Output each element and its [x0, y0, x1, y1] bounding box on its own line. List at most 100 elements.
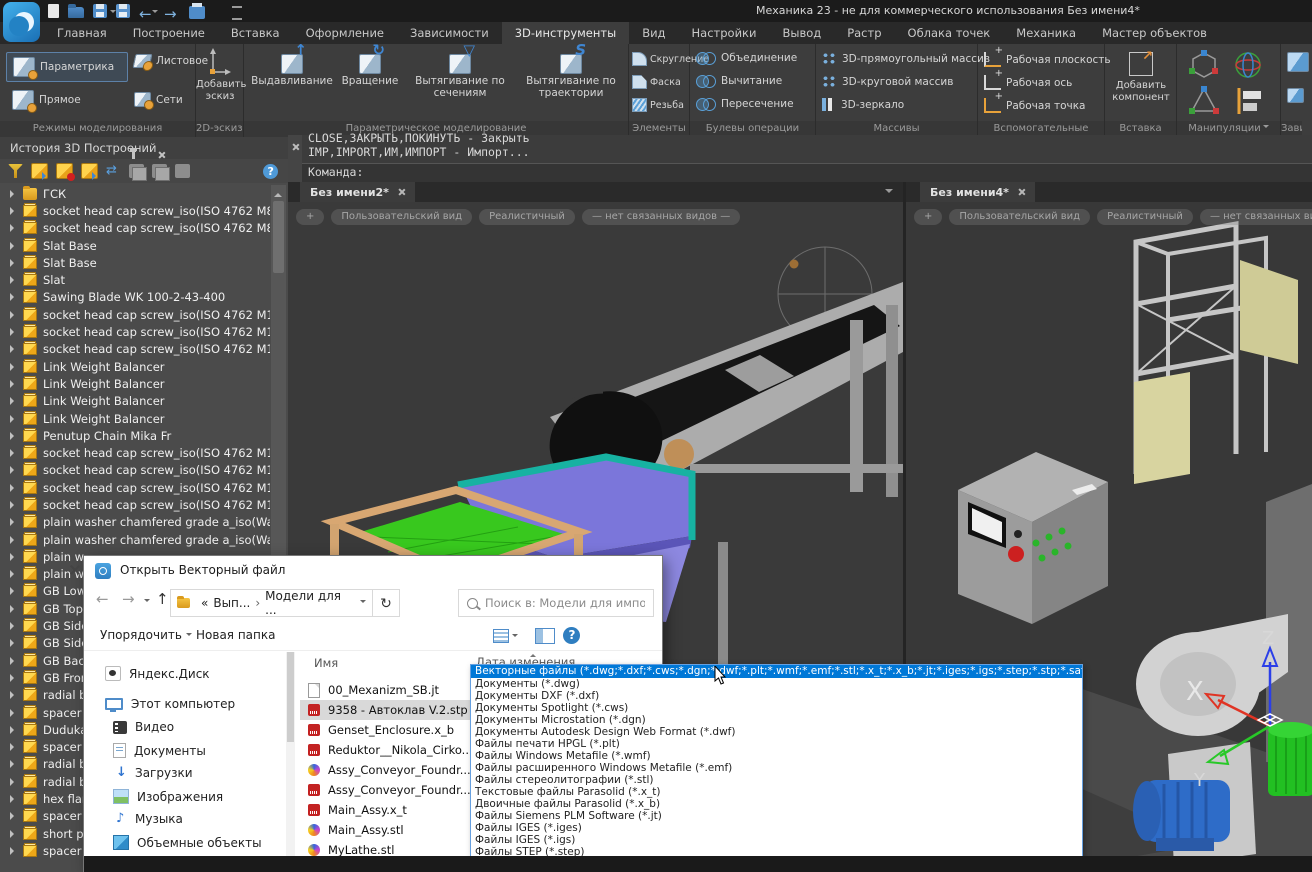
tree-item[interactable]: socket head cap screw_iso(ISO 4762 M10 x — [2, 496, 270, 513]
error-icon[interactable] — [56, 163, 73, 179]
expander-icon[interactable] — [10, 622, 18, 630]
breadcrumb-current[interactable]: Модели для ... — [265, 589, 355, 617]
expander-icon[interactable] — [10, 709, 18, 717]
expander-icon[interactable] — [10, 259, 18, 267]
ribbon-tab[interactable]: Облака точек — [895, 22, 1004, 44]
file-type-option[interactable]: Документы Microstation (*.dgn) — [471, 714, 1082, 726]
doc-tab-right[interactable]: Без имени4* — [920, 182, 1035, 202]
tree-item[interactable]: socket head cap screw_iso(ISO 4762 M10 x — [2, 462, 270, 479]
sweep-button[interactable]: S Вытягивание по траектории — [516, 48, 626, 99]
expander-icon[interactable] — [10, 553, 18, 561]
revolve-button[interactable]: ↻ Вращение — [338, 48, 402, 87]
tree-item[interactable]: Link Weight Balancer — [2, 393, 270, 410]
viewport-pill[interactable]: + — [914, 209, 942, 225]
chevron-down-icon[interactable] — [1263, 125, 1269, 131]
expander-icon[interactable] — [10, 501, 18, 509]
add-component-button[interactable]: Добавить компонент — [1105, 52, 1177, 104]
tab-list-caret-icon[interactable] — [885, 189, 893, 197]
scroll-up-icon[interactable] — [274, 189, 282, 197]
ribbon-tab[interactable]: Мастер объектов — [1089, 22, 1220, 44]
expander-icon[interactable] — [10, 484, 18, 492]
expander-icon[interactable] — [10, 812, 18, 820]
extrude-button[interactable]: ↑ Выдавливание — [248, 48, 336, 87]
ribbon-tab[interactable]: Зависимости — [397, 22, 502, 44]
ribbon-tab[interactable]: Настройки — [679, 22, 770, 44]
file-type-option[interactable]: Файлы Siemens PLM Software (*.jt) — [471, 810, 1082, 822]
expander-icon[interactable] — [10, 207, 18, 215]
expander-icon[interactable] — [10, 190, 18, 198]
sidebar-item[interactable]: Документы — [113, 743, 206, 758]
loft-button[interactable]: ▽ Вытягивание по сечениям — [406, 48, 514, 99]
nav-history-caret-icon[interactable] — [144, 599, 150, 605]
expander-icon[interactable] — [10, 657, 18, 665]
expander-icon[interactable] — [10, 276, 18, 284]
parametric-mode-button[interactable]: Параметрика — [6, 52, 128, 82]
app-logo-icon[interactable] — [3, 2, 40, 42]
help-icon[interactable] — [263, 164, 278, 179]
expander-icon[interactable] — [10, 570, 18, 578]
dialog-close-icon[interactable] — [70, 564, 82, 576]
tree-item[interactable]: socket head cap screw_iso(ISO 4762 M8 x … — [2, 220, 270, 237]
expander-icon[interactable] — [10, 466, 18, 474]
organize-button[interactable]: Упорядочить — [100, 628, 192, 642]
dialog-help-icon[interactable] — [563, 627, 580, 644]
column-header-name[interactable]: Имя — [314, 656, 338, 670]
viewport-pill[interactable]: + — [296, 209, 324, 225]
open-icon[interactable] — [68, 7, 84, 18]
tree-item[interactable]: socket head cap screw_iso(ISO 4762 M12 x — [2, 306, 270, 323]
nav-forward-icon[interactable] — [122, 590, 135, 608]
tree-item[interactable]: socket head cap screw_iso(ISO 4762 M8 x … — [2, 202, 270, 219]
direct-mode-button[interactable]: Прямое — [12, 90, 81, 110]
chamfer-button[interactable]: Фаска — [632, 75, 681, 89]
expander-icon[interactable] — [10, 726, 18, 734]
expander-icon[interactable] — [10, 778, 18, 786]
tree-item[interactable]: Sawing Blade WK 100-2-43-400 — [2, 289, 270, 306]
add-sketch-button[interactable]: Добавить эскиз — [196, 48, 244, 103]
new-file-icon[interactable] — [48, 4, 59, 18]
viewport-pill[interactable]: Реалистичный — [479, 209, 575, 225]
mesh-mode-button[interactable]: Сети — [134, 92, 183, 107]
search-input[interactable]: Поиск в: Модели для импо... — [458, 589, 654, 617]
thread-button[interactable]: Резьба — [632, 98, 684, 112]
expander-icon[interactable] — [10, 224, 18, 232]
expander-icon[interactable] — [10, 639, 18, 647]
expander-icon[interactable] — [10, 380, 18, 388]
tree-item[interactable]: plain washer chamfered grade a_iso(Washe — [2, 514, 270, 531]
ribbon-tab[interactable]: Вставка — [218, 22, 293, 44]
sidebar-item[interactable]: Загрузки — [113, 766, 193, 780]
breadcrumb-parent[interactable]: Вып... — [213, 596, 250, 610]
new-folder-button[interactable]: Новая папка — [196, 628, 275, 642]
command-prompt[interactable]: Команда: — [308, 165, 363, 179]
tree-item[interactable]: Link Weight Balancer — [2, 358, 270, 375]
expander-icon[interactable] — [10, 795, 18, 803]
expander-icon[interactable] — [10, 345, 18, 353]
file-type-option[interactable]: Файлы Windows Metafile (*.wmf) — [471, 750, 1082, 762]
forward-history-caret-icon[interactable] — [152, 10, 158, 16]
expander-icon[interactable] — [10, 311, 18, 319]
tree-item[interactable]: Link Weight Balancer — [2, 375, 270, 392]
union-button[interactable]: Объединение — [696, 52, 797, 64]
file-type-option[interactable]: Документы Spotlight (*.cws) — [471, 702, 1082, 714]
expander-icon[interactable] — [10, 691, 18, 699]
address-caret-icon[interactable] — [360, 600, 366, 606]
mirror3d-button[interactable]: 3D-зеркало — [822, 98, 904, 111]
close-icon[interactable] — [291, 143, 299, 151]
align-icon[interactable] — [1233, 86, 1263, 116]
close-icon[interactable] — [397, 188, 405, 196]
tree-item[interactable]: ГСК — [2, 185, 270, 202]
filter-icon[interactable] — [8, 164, 23, 178]
tree-item[interactable]: Slat Base — [2, 237, 270, 254]
tree-item[interactable]: plain washer chamfered grade a_iso(Washe — [2, 531, 270, 548]
work-axis-button[interactable]: Рабочая ось — [984, 75, 1072, 90]
expander-icon[interactable] — [10, 397, 18, 405]
print-icon[interactable] — [189, 6, 205, 19]
tree-item[interactable]: Slat — [2, 271, 270, 288]
expander-icon[interactable] — [10, 760, 18, 768]
nav-up-icon[interactable] — [156, 590, 169, 608]
tree-item[interactable]: Penutup Chain Mika Fr — [2, 427, 270, 444]
sidebar-item[interactable]: Объемные объекты — [113, 835, 262, 850]
ribbon-tab[interactable]: Вид — [629, 22, 678, 44]
viewport-pill[interactable]: Реалистичный — [1097, 209, 1193, 225]
file-type-option[interactable]: Векторные файлы (*.dwg;*.dxf;*.cws;*.dgn… — [471, 665, 1082, 678]
viewport-pill[interactable]: Пользовательский вид — [331, 209, 472, 225]
